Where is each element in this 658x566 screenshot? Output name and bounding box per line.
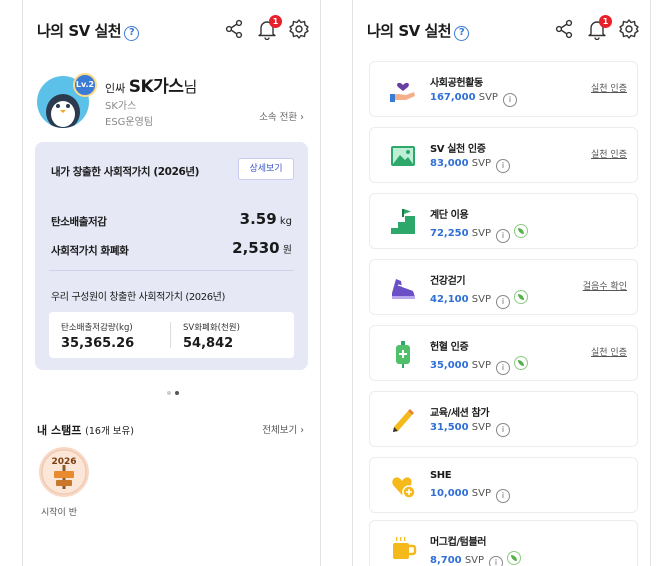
stamp-label: 시작이 반 [41,508,77,518]
heart-hand-icon [390,82,415,102]
team-carbon-value: 35,365.26 [61,336,135,351]
notification-badge: 1 [599,15,612,28]
eco-leaf-icon[interactable] [507,551,522,565]
level-badge: Lv.2 [73,73,97,97]
view-all-link[interactable]: 전체보기 › [262,422,304,436]
share-icon[interactable] [223,18,245,40]
carousel-dot[interactable] [167,391,171,395]
activity-item[interactable]: 건강걷기 42,100 SVP i 걸음수 확인 [369,259,638,315]
stairs-icon [391,209,415,234]
profile-name: 인싸 SK가스님 [105,77,198,97]
activity-points: 10,000 SVP i [430,488,510,503]
app-header: 나의 SV 실천? 1 [23,0,320,58]
share-icon[interactable] [553,18,575,40]
switch-affiliation-link[interactable]: 소속 전환 › [259,109,304,123]
signpost-stamp-icon: 2026 [41,449,87,495]
heart-plus-icon [392,477,416,499]
activity-item[interactable]: 교육/세션 참가 31,500 SVP i [369,391,638,447]
info-icon[interactable]: i [489,556,504,566]
stamps-title: 내 스탬프 (16개 보유) [37,424,134,437]
certify-link[interactable]: 실천 인증 [591,81,627,94]
carbon-label: 탄소배출저감 [51,216,107,228]
eco-leaf-icon[interactable] [514,356,528,370]
info-icon[interactable]: i [496,489,510,503]
carousel-dot-active[interactable] [175,391,179,395]
eco-leaf-icon[interactable] [514,290,528,304]
activity-points: 72,250 SVP i [430,224,528,243]
activity-points: 42,100 SVP i [430,290,528,309]
svg-text:2026: 2026 [51,457,76,467]
info-icon[interactable]: i [496,361,510,375]
help-icon[interactable]: ? [454,26,470,41]
mug-icon [393,536,417,559]
activity-item[interactable]: 헌혈 인증 35,000 SVP i 실천 인증 [369,325,638,381]
activity-name: SV 실천 인증 [430,144,486,155]
page-title: 나의 SV 실천? [37,20,140,41]
certify-link[interactable]: 실천 인증 [591,147,627,160]
info-icon[interactable]: i [496,295,510,309]
eco-leaf-icon[interactable] [514,224,528,238]
profile-team: ESG운영팀 [105,117,154,128]
social-value-card: 내가 창출한 사회적가치 (2026년) 상세보기 탄소배출저감 3.59 kg… [35,142,308,370]
gear-icon[interactable] [288,18,310,40]
page-title: 나의 SV 실천? [367,20,470,41]
activity-item[interactable]: SV 실천 인증 83,000 SVP i 실천 인증 [369,127,638,183]
activity-points: 83,000 SVP i [430,158,510,173]
left-screen: 나의 SV 실천? 1 Lv.2 인싸 SK가스님 SK가스 ESG운영팀 소속… [22,0,321,566]
activity-points: 31,500 SVP i [430,422,510,437]
activity-item[interactable]: 계단 이용 72,250 SVP i [369,193,638,249]
activity-name: 계단 이용 [430,210,469,221]
money-value: 2,530 원 [232,239,292,257]
detail-button[interactable]: 상세보기 [238,158,294,180]
card-title: 내가 창출한 사회적가치 (2026년) [51,166,200,178]
team-carbon-label: 탄소배출저감량(kg) [61,323,133,333]
sneaker-icon [392,279,415,299]
notification-button[interactable]: 1 [256,15,282,41]
notification-badge: 1 [269,15,282,28]
stamp-badge[interactable]: 2026 [39,447,89,497]
money-label: 사회적가치 화폐화 [51,245,129,257]
right-screen: 나의 SV 실천? 1 사회공헌활동 167,000 SVP i 실천 인증 S… [352,0,651,566]
carousel-dots[interactable] [165,380,181,399]
notification-button[interactable]: 1 [586,15,612,41]
activity-item[interactable]: 머그컵/텀블러 8,700 SVP i [369,520,638,566]
blood-bag-icon [396,341,410,368]
divider [49,270,294,271]
activity-points: 35,000 SVP i [430,356,528,375]
profile-company: SK가스 [105,101,137,112]
pencil-icon [393,409,414,432]
activity-name: 건강걷기 [430,276,466,287]
activity-name: 사회공헌활동 [430,78,483,89]
info-icon[interactable]: i [502,93,517,107]
gear-icon[interactable] [618,18,640,40]
activity-name: SHE [430,470,452,481]
help-icon[interactable]: ? [124,26,140,41]
activity-name: 교육/세션 참가 [430,408,490,419]
photo-icon [391,146,415,166]
info-icon[interactable]: i [496,159,510,173]
activity-points: 8,700 SVP i [430,551,522,566]
step-check-link[interactable]: 걸음수 확인 [583,279,627,292]
activity-name: 머그컵/텀블러 [430,537,487,548]
certify-link[interactable]: 실천 인증 [591,345,627,358]
team-money-label: SV화폐화(천원) [183,323,240,333]
info-icon[interactable]: i [496,423,510,437]
team-value-title: 우리 구성원이 창출한 사회적가치 (2026년) [51,292,225,303]
team-money-value: 54,842 [183,336,234,351]
activity-item[interactable]: SHE 10,000 SVP i [369,457,638,513]
info-icon[interactable]: i [496,229,510,243]
activity-item[interactable]: 사회공헌활동 167,000 SVP i 실천 인증 [369,61,638,117]
team-value-box: 탄소배출저감량(kg) 35,365.26 SV화폐화(천원) 54,842 [49,312,294,358]
carbon-value: 3.59 kg [239,210,292,228]
app-header: 나의 SV 실천? 1 [353,0,650,58]
activity-name: 헌혈 인증 [430,342,469,353]
activity-points: 167,000 SVP i [430,92,517,107]
divider [170,322,171,348]
